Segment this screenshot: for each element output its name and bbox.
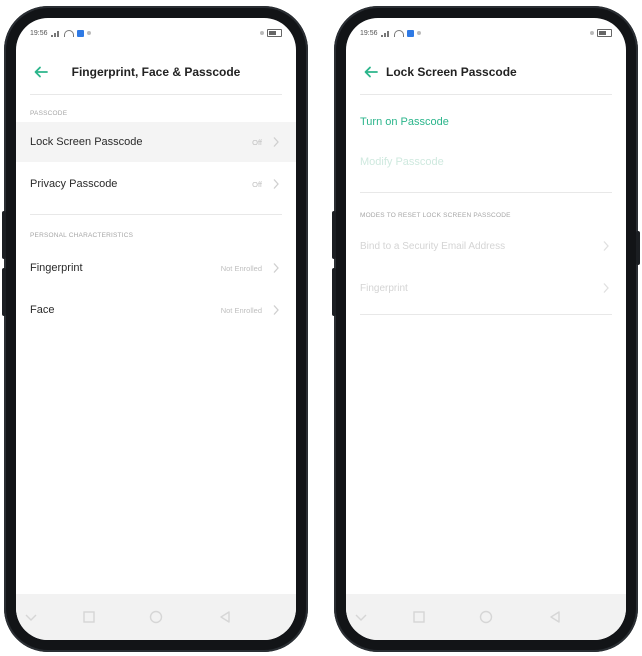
row-label: Fingerprint [30,262,83,274]
row-face[interactable]: Face Not Enrolled [16,290,296,330]
power-button [636,231,640,265]
notification-dot-icon [86,31,91,35]
nav-menu-icon[interactable] [22,608,40,626]
section-label-passcode: PASSCODE [30,110,68,117]
row-bind-security-email[interactable]: Bind to a Security Email Address [346,226,626,266]
modify-passcode-link: Modify Passcode [360,156,444,168]
row-label: Bind to a Security Email Address [360,240,506,252]
notification-dot-icon [416,31,421,35]
nav-bar [346,594,626,640]
row-label: Face [30,304,55,316]
row-value: Not Enrolled [220,305,262,315]
volume-button [332,211,336,259]
status-bar: 19:56 [30,26,282,40]
row-value: Off [252,137,262,147]
back-arrow-icon[interactable] [362,63,380,81]
wifi-icon [393,29,404,37]
signal-icon [380,30,391,37]
chevron-right-icon [273,263,279,273]
row-lock-screen-passcode[interactable]: Lock Screen Passcode Off [16,122,296,162]
nav-recents-icon[interactable] [410,608,428,626]
alarm-icon [260,31,264,35]
volume-button [332,268,336,316]
volume-button [2,268,6,316]
phone-frame-left: 19:56 Fingerprint, Face & Passcode PASSC… [2,6,308,652]
row-modify-passcode[interactable]: Modify Passcode [346,142,626,182]
status-time: 19:56 [360,29,378,37]
wifi-icon [63,29,74,37]
row-label: Privacy Passcode [30,178,118,190]
phone-frame-right: 19:56 Lock Screen Passcode Turn on Passc… [332,6,640,652]
nav-back-icon[interactable] [216,608,234,626]
nav-home-icon[interactable] [477,608,495,626]
header: Fingerprint, Face & Passcode [16,58,296,86]
page-title: Lock Screen Passcode [386,65,517,79]
row-privacy-passcode[interactable]: Privacy Passcode Off [16,164,296,204]
nav-recents-icon[interactable] [80,608,98,626]
divider [30,94,282,95]
page-title: Fingerprint, Face & Passcode [71,65,241,79]
alarm-icon [590,31,594,35]
row-label: Lock Screen Passcode [30,136,143,148]
screen-lock-screen-passcode: 19:56 Lock Screen Passcode Turn on Passc… [346,18,626,640]
chevron-right-icon [603,241,609,251]
volume-button [2,211,6,259]
row-value: Not Enrolled [220,263,262,273]
divider [360,192,612,193]
nav-bar [16,594,296,640]
status-time: 19:56 [30,29,48,37]
section-label-reset: MODES TO RESET LOCK SCREEN PASSCODE [360,212,511,219]
screen-fingerprint-face-passcode: 19:56 Fingerprint, Face & Passcode PASSC… [16,18,296,640]
chevron-right-icon [273,179,279,189]
nav-menu-icon[interactable] [352,608,370,626]
header: Lock Screen Passcode [346,58,626,86]
battery-icon [267,29,282,37]
chevron-right-icon [273,137,279,147]
signal-icon [50,30,61,37]
app-notification-icon [406,29,414,37]
row-label: Fingerprint [360,282,408,294]
row-turn-on-passcode[interactable]: Turn on Passcode [346,102,626,142]
turn-on-passcode-link: Turn on Passcode [360,116,449,128]
chevron-right-icon [273,305,279,315]
nav-home-icon[interactable] [147,608,165,626]
row-value: Off [252,179,262,189]
nav-back-icon[interactable] [546,608,564,626]
row-fingerprint[interactable]: Fingerprint Not Enrolled [16,248,296,288]
divider [30,214,282,215]
app-notification-icon [76,29,84,37]
divider [360,94,612,95]
row-fingerprint-reset[interactable]: Fingerprint [346,268,626,308]
section-label-personal: PERSONAL CHARACTERISTICS [30,232,134,239]
status-bar: 19:56 [360,26,612,40]
battery-icon [597,29,612,37]
chevron-right-icon [603,283,609,293]
divider [360,314,612,315]
